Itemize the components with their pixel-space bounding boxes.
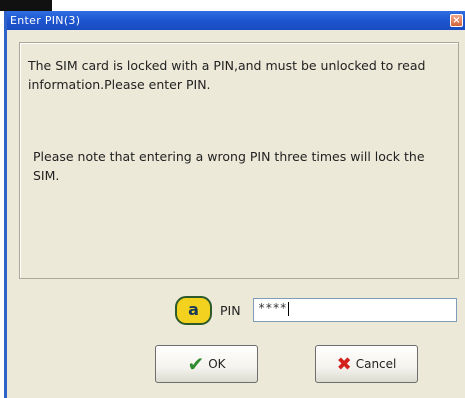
pin-value: ****: [258, 301, 287, 315]
window-title: Enter PIN(3): [10, 14, 81, 27]
cross-icon: ✖: [336, 353, 352, 375]
pin-input[interactable]: ****: [253, 298, 457, 322]
text-caret: [287, 301, 289, 316]
cancel-button[interactable]: ✖ Cancel: [315, 345, 418, 383]
pin-label: PIN: [220, 303, 241, 318]
close-icon[interactable]: ×: [450, 14, 463, 27]
ok-button[interactable]: ✔ OK: [155, 345, 258, 383]
lock-message: The SIM card is locked with a PIN,and mu…: [28, 58, 426, 92]
title-bar: Enter PIN(3) ×: [7, 11, 465, 30]
pin-dialog: Enter PIN(3) × The SIM card is locked wi…: [4, 11, 465, 398]
annotation-badge: a: [175, 296, 212, 325]
corner-mark: [0, 0, 52, 11]
ok-label: OK: [208, 357, 226, 371]
cancel-label: Cancel: [355, 357, 397, 371]
warning-message: Please note that entering a wrong PIN th…: [33, 149, 425, 183]
message-panel: The SIM card is locked with a PIN,and mu…: [19, 42, 459, 279]
check-icon: ✔: [187, 352, 205, 376]
